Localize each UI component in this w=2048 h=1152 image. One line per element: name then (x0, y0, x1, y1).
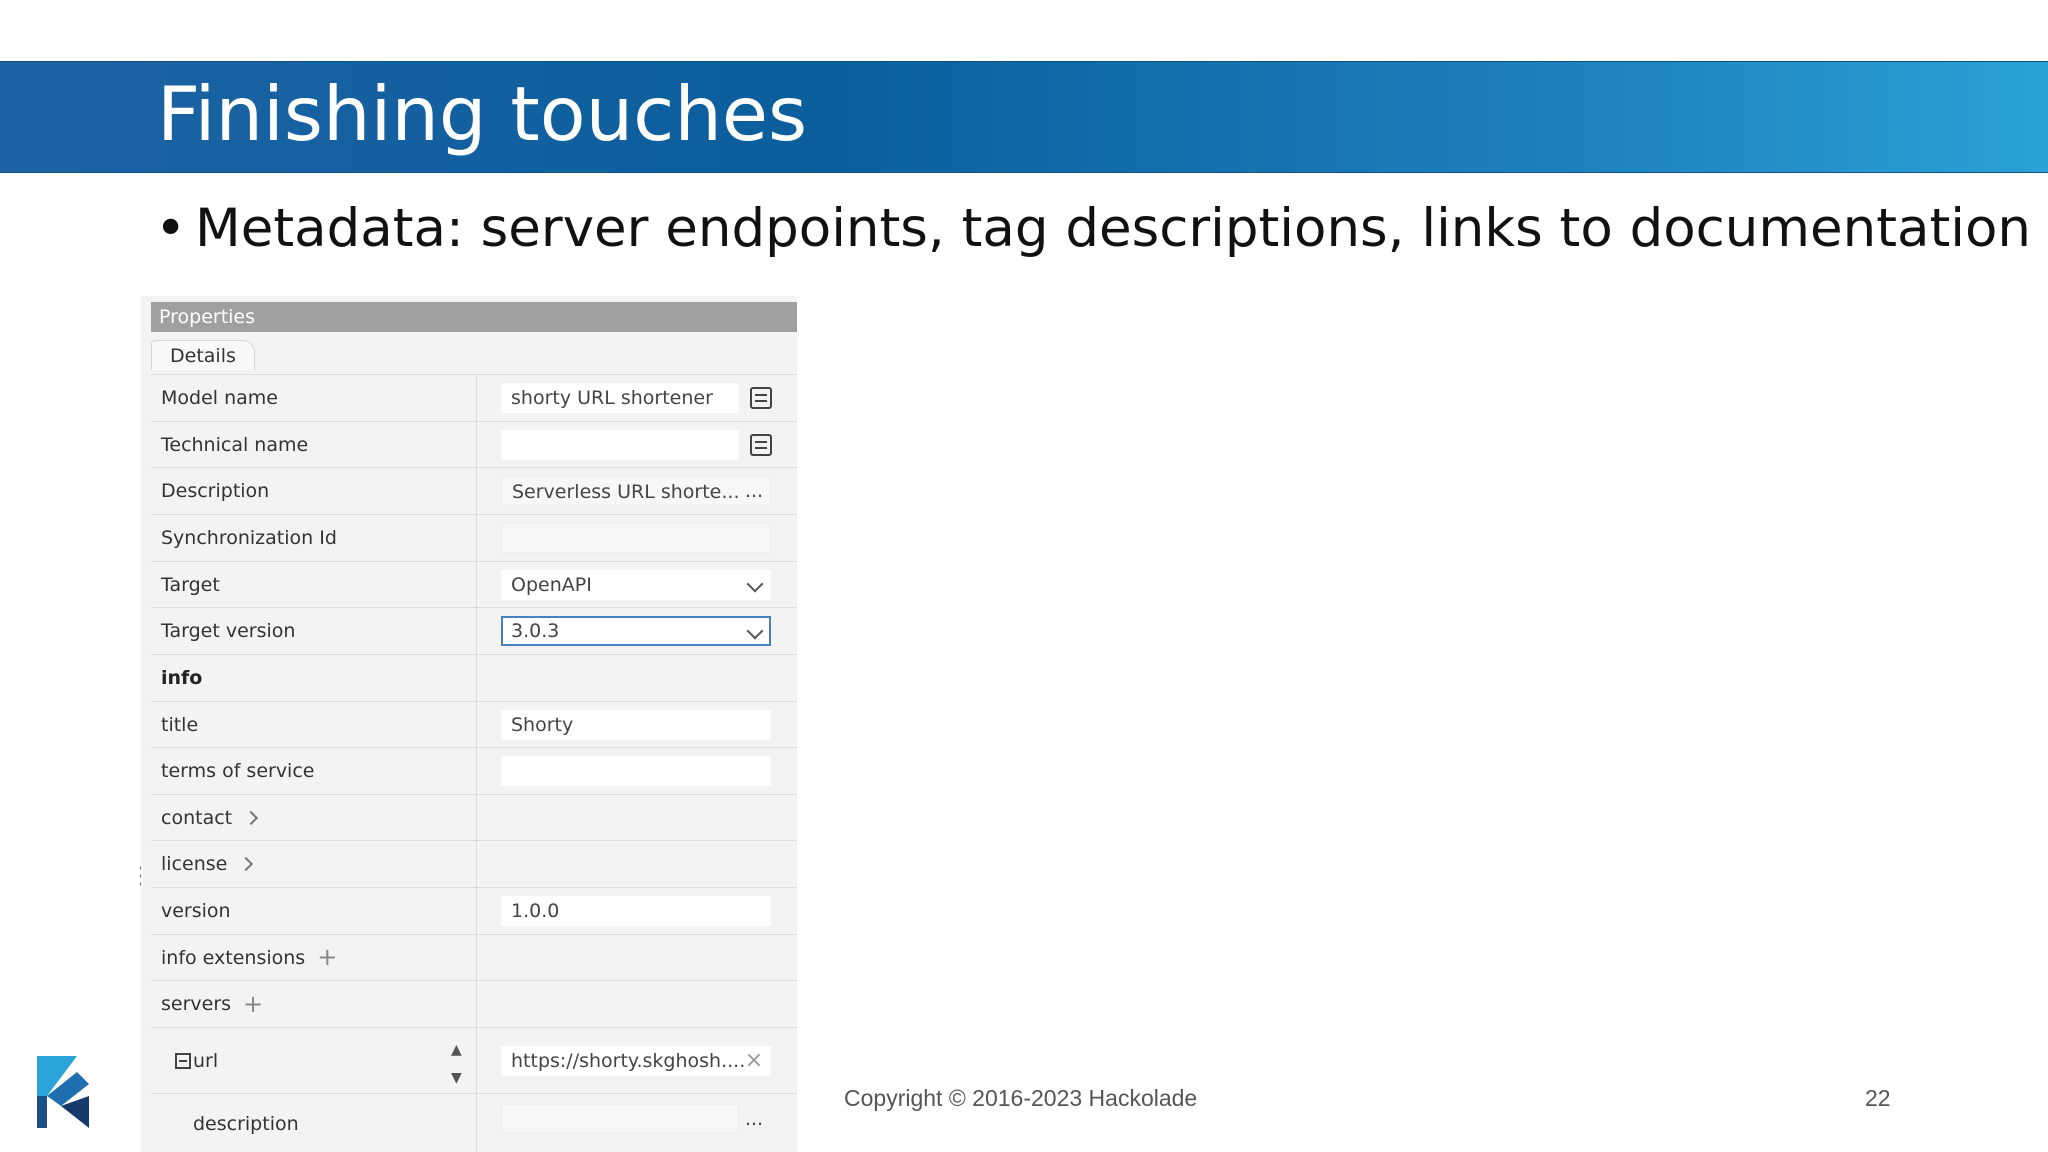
property-label: Synchronization Id (151, 515, 477, 561)
properties-header: Properties (151, 302, 797, 332)
property-label: info extensions + (151, 935, 477, 980)
property-row-version: version 1.0.0 (151, 887, 797, 934)
property-row-technical-name: Technical name (151, 421, 797, 467)
property-value-cell: 3.0.3 (477, 608, 797, 654)
property-row-server-description: description ... (151, 1093, 797, 1152)
property-value-cell (477, 981, 797, 1027)
property-row-url: url ▲ ▼ https://shorty.skghosh.... × (151, 1027, 797, 1093)
description-value: Serverless URL shorte... (512, 481, 740, 503)
property-value-cell (477, 841, 797, 887)
property-row-model-name: Model name shorty URL shortener (151, 374, 797, 421)
tab-bar: Details (151, 336, 797, 370)
property-value-cell (477, 655, 797, 701)
minus-box-icon[interactable] (175, 1052, 191, 1069)
property-value-cell: shorty URL shortener (477, 375, 797, 421)
version-input[interactable]: 1.0.0 (501, 896, 771, 926)
property-value-cell: https://shorty.skghosh.... × (477, 1028, 797, 1093)
target-value: OpenAPI (511, 574, 592, 596)
title-input[interactable]: Shorty (501, 710, 771, 740)
slide-title: Finishing touches (157, 70, 808, 158)
plus-icon[interactable]: + (317, 945, 337, 969)
info-extensions-label: info extensions (161, 946, 306, 969)
property-row-sync-id: Synchronization Id (151, 514, 797, 561)
property-label: Target version (151, 608, 477, 654)
property-row-info-extensions: info extensions + (151, 934, 797, 980)
property-row-target: Target OpenAPI (151, 561, 797, 607)
target-version-select[interactable]: 3.0.3 (501, 616, 771, 646)
property-label: Model name (151, 375, 477, 421)
page-number: 22 (1865, 1085, 1891, 1111)
sync-id-input (501, 523, 771, 553)
contact-label: contact (161, 806, 233, 829)
property-value-cell (477, 748, 797, 794)
list-icon[interactable] (750, 434, 772, 456)
properties-panel: Properties Details Model name shorty URL… (141, 296, 797, 1152)
property-label: title (151, 702, 477, 747)
servers-label: servers (161, 993, 232, 1015)
property-row-terms: terms of service (151, 747, 797, 794)
property-row-license: license (151, 840, 797, 887)
property-value-cell: ... (477, 1094, 797, 1152)
target-select[interactable]: OpenAPI (501, 570, 771, 600)
property-value-cell: Serverless URL shorte... ... (477, 468, 797, 514)
model-name-input[interactable]: shorty URL shortener (501, 383, 739, 413)
bullet-point: • Metadata: server endpoints, tag descrip… (155, 198, 2031, 259)
property-label: url ▲ ▼ (151, 1028, 477, 1093)
url-value: https://shorty.skghosh.... (511, 1050, 746, 1072)
property-label: Target (151, 562, 477, 607)
property-label: version (151, 888, 477, 934)
url-label: url (193, 1049, 219, 1072)
property-label: Description (151, 468, 477, 514)
property-row-contact: contact (151, 794, 797, 840)
property-row-description: Description Serverless URL shorte... ... (151, 467, 797, 514)
property-row-title: title Shorty (151, 701, 797, 747)
property-row-target-version: Target version 3.0.3 (151, 607, 797, 654)
copyright-text: Copyright © 2016-2023 Hackolade (844, 1085, 1198, 1111)
ellipsis-button[interactable]: ... (741, 478, 767, 504)
property-label: license (151, 841, 477, 887)
license-label: license (161, 853, 228, 875)
clear-icon[interactable]: × (741, 1048, 767, 1074)
property-row-info: info (151, 654, 797, 701)
property-label: servers + (151, 981, 477, 1027)
technical-name-input[interactable] (501, 430, 739, 460)
hackolade-logo (37, 1056, 89, 1128)
bullet-text: Metadata: server endpoints, tag descript… (195, 198, 2032, 259)
property-row-servers: servers + (151, 980, 797, 1027)
property-value-cell (477, 422, 797, 467)
property-label: description (151, 1094, 477, 1152)
ellipsis-button[interactable]: ... (741, 1106, 767, 1132)
property-value-cell: 1.0.0 (477, 888, 797, 934)
description-input[interactable]: Serverless URL shorte... (501, 476, 771, 506)
chevron-right-icon[interactable] (239, 856, 254, 872)
property-value-cell (477, 515, 797, 561)
server-description-input[interactable] (501, 1104, 739, 1134)
sort-arrows-icon[interactable]: ▲ ▼ (451, 1036, 462, 1092)
property-label: Technical name (151, 422, 477, 467)
plus-icon[interactable]: + (243, 992, 263, 1016)
property-label: info (151, 655, 477, 701)
property-label: contact (151, 795, 477, 840)
property-value-cell: OpenAPI (477, 562, 797, 607)
property-label: terms of service (151, 748, 477, 794)
target-version-value: 3.0.3 (511, 620, 560, 642)
property-value-cell (477, 935, 797, 980)
list-icon[interactable] (750, 387, 772, 409)
url-input[interactable]: https://shorty.skghosh.... (501, 1046, 771, 1076)
property-value-cell: Shorty (477, 702, 797, 747)
chevron-right-icon[interactable] (244, 810, 259, 825)
bullet-dot: • (155, 198, 187, 259)
property-value-cell (477, 795, 797, 840)
terms-of-service-input[interactable] (501, 756, 771, 786)
tab-details[interactable]: Details (151, 340, 255, 370)
slide-title-bar: Finishing touches (0, 61, 2048, 173)
